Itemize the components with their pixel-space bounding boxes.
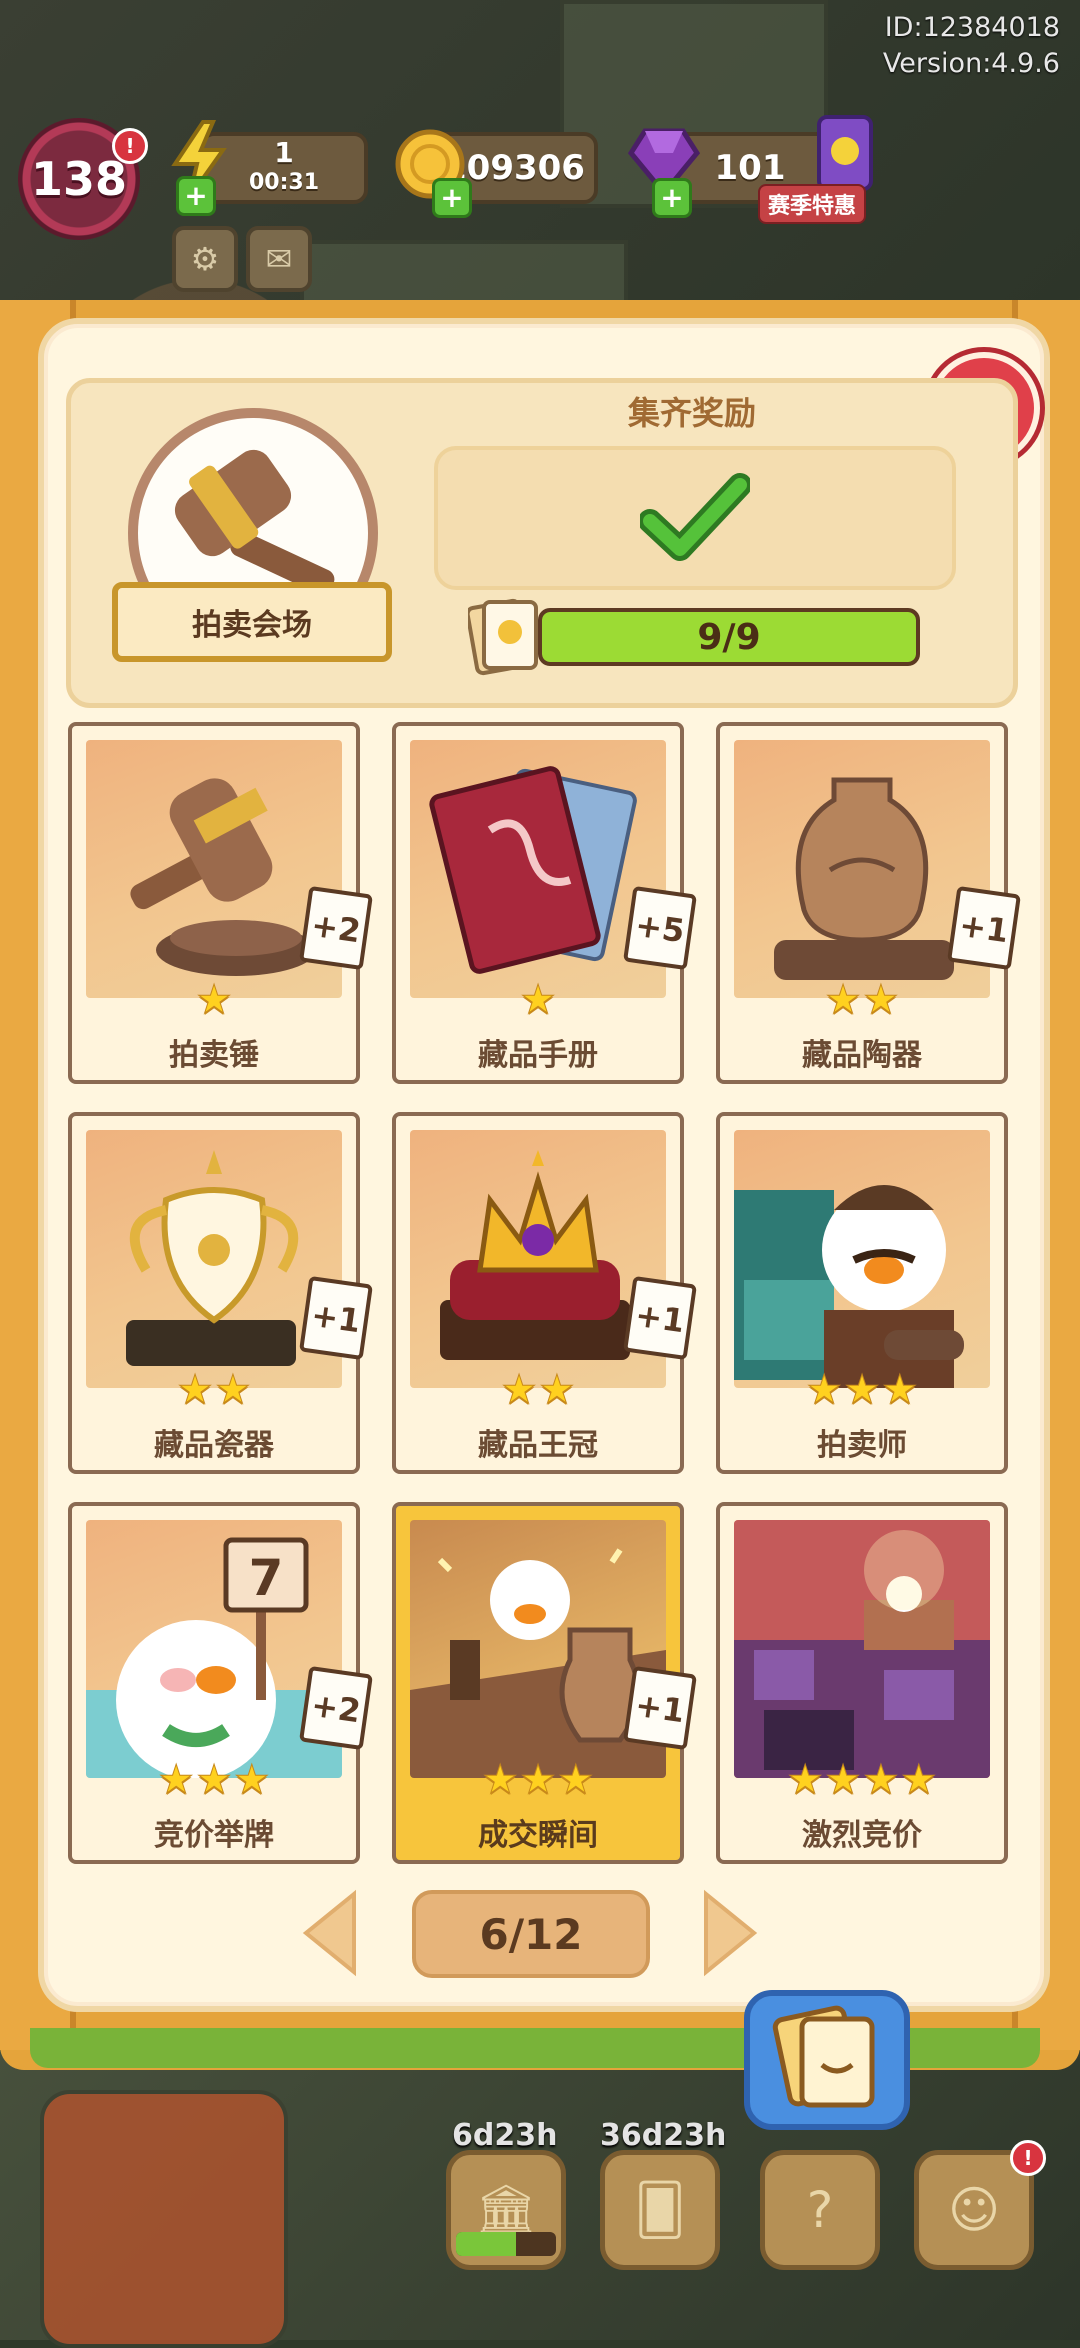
album-button[interactable] [744, 1990, 910, 2130]
add-coins-button[interactable]: + [432, 178, 472, 218]
star-icon: ★ [881, 1367, 918, 1413]
card-name: 藏品手册 [478, 1038, 598, 1073]
card-name: 拍卖师 [817, 1428, 907, 1463]
background-building [300, 240, 628, 308]
star-icon: ★ [482, 1757, 519, 1803]
page-indicator: 6/12 [412, 1890, 650, 1978]
collection-card[interactable]: ★ ★ +1 藏品瓷器 [68, 1112, 373, 1474]
star-icon: ★ [557, 1757, 594, 1803]
card-stars: ★ ★ ★ [72, 1757, 356, 1803]
star-icon: ★ [863, 977, 900, 1023]
star-icon: ★ [158, 1757, 195, 1803]
star-icon: ★ [215, 1367, 252, 1413]
star-icon: ★ [787, 1757, 824, 1803]
duplicate-count-badge: +1 [299, 1275, 373, 1361]
card-artwork [734, 1130, 990, 1388]
card-stack-icon [465, 594, 544, 680]
star-icon: ★ [501, 1367, 538, 1413]
card-stars: ★ [72, 977, 356, 1023]
collection-card[interactable]: ★ ★ +1 藏品王冠 [392, 1112, 697, 1474]
card-name: 激烈竞价 [802, 1818, 922, 1853]
set-name-ribbon: 拍卖会场 [112, 582, 392, 662]
event-timer-1: 6d23h [452, 2118, 558, 2153]
star-icon: ★ [196, 1757, 233, 1803]
museum-progress [456, 2232, 556, 2256]
add-energy-button[interactable]: + [176, 176, 216, 216]
card-stars: ★ ★ ★ ★ [720, 1757, 1004, 1803]
star-icon: ★ [520, 1757, 557, 1803]
chevron-right-icon [704, 1889, 758, 1977]
star-icon: ★ [177, 1367, 214, 1413]
star-icon: ★ [844, 1367, 881, 1413]
collection-card[interactable]: ★ ★ ★ +1 成交瞬间 [392, 1502, 697, 1864]
card-name: 拍卖锤 [169, 1038, 259, 1073]
pillar-icon: 🏛 [474, 2180, 538, 2239]
star-icon: ★ [520, 977, 557, 1023]
card-stars: ★ [396, 977, 680, 1023]
duplicate-count-badge: +1 [947, 885, 1021, 971]
energy-timer: 00:31 [248, 170, 320, 195]
player-id: ID:12384018 [884, 12, 1060, 43]
question-icon: ? [806, 2181, 834, 2239]
season-offer-label[interactable]: 赛季特惠 [758, 184, 867, 224]
star-icon: ★ [233, 1757, 270, 1803]
duplicate-count-badge: +1 [623, 1665, 697, 1751]
completion-reward-box [434, 446, 956, 590]
progress-text: 9/9 [697, 616, 761, 658]
card-name: 竞价举牌 [154, 1818, 274, 1853]
energy-value: 1 [274, 136, 294, 169]
card-name: 藏品陶器 [802, 1038, 922, 1073]
help-button[interactable]: ? [760, 2150, 880, 2270]
friends-alert-dot: ! [1010, 2140, 1046, 2176]
background-lightning-tile [40, 2090, 288, 2348]
card-name: 成交瞬间 [478, 1818, 598, 1853]
cards-event-button[interactable]: 🂠 [600, 2150, 720, 2270]
next-page-button[interactable] [700, 1888, 760, 1978]
card-album-icon [772, 2005, 875, 2108]
star-icon: ★ [539, 1367, 576, 1413]
card-name: 藏品王冠 [478, 1428, 598, 1463]
reward-title: 集齐奖励 [627, 394, 756, 432]
star-icon: ★ [825, 977, 862, 1023]
collection-card[interactable]: ★ +2 拍卖锤 [68, 722, 373, 1084]
level-alert-dot: ! [112, 128, 148, 164]
chevron-left-icon [302, 1889, 356, 1977]
gear-icon: ⚙ [190, 240, 220, 278]
star-icon: ★ [863, 1757, 900, 1803]
collection-card[interactable]: ★ ★ +1 藏品陶器 [716, 722, 1021, 1084]
card-stars: ★ ★ ★ [396, 1757, 680, 1803]
card-stars: ★ ★ ★ [720, 1367, 1004, 1413]
event-timer-2: 36d23h [600, 2118, 727, 2153]
check-icon [640, 473, 750, 561]
build-info: ID:12384018 Version:4.9.6 [883, 10, 1060, 82]
star-icon: ★ [825, 1757, 862, 1803]
mail-button[interactable]: ✉ [246, 226, 312, 292]
card-stars: ★ ★ [396, 1367, 680, 1413]
museum-progress-fill [456, 2232, 516, 2256]
collection-card[interactable]: ★ +5 藏品手册 [392, 722, 697, 1084]
paddle-number: 7 [249, 1549, 284, 1607]
version-text: Version:4.9.6 [882, 48, 1060, 79]
collection-card[interactable]: ★ ★ ★ ★ 激烈竞价 [716, 1502, 1008, 1864]
prev-page-button[interactable] [300, 1888, 360, 1978]
duplicate-count-badge: +5 [623, 885, 697, 971]
star-icon: ★ [806, 1367, 843, 1413]
duplicate-count-badge: +2 [299, 1665, 373, 1751]
duplicate-count-badge: +2 [299, 885, 373, 971]
mail-icon: ✉ [265, 240, 293, 278]
settings-button[interactable]: ⚙ [172, 226, 238, 292]
collection-card[interactable]: ★ ★ ★ 拍卖师 [716, 1112, 1008, 1474]
duplicate-count-badge: +1 [623, 1275, 697, 1361]
card-stars: ★ ★ [72, 1367, 356, 1413]
star-icon: ★ [196, 977, 233, 1023]
duck-icon: ☺ [947, 2181, 1001, 2239]
card-stars: ★ ★ [720, 977, 1004, 1023]
add-gems-button[interactable]: + [652, 178, 692, 218]
star-icon: ★ [900, 1757, 937, 1803]
cards-icon: 🂠 [634, 2181, 686, 2239]
collection-card[interactable]: 7 ★ ★ ★ +2 竞价举牌 [68, 1502, 373, 1864]
card-name: 藏品瓷器 [154, 1428, 274, 1463]
card-artwork [734, 1520, 990, 1778]
